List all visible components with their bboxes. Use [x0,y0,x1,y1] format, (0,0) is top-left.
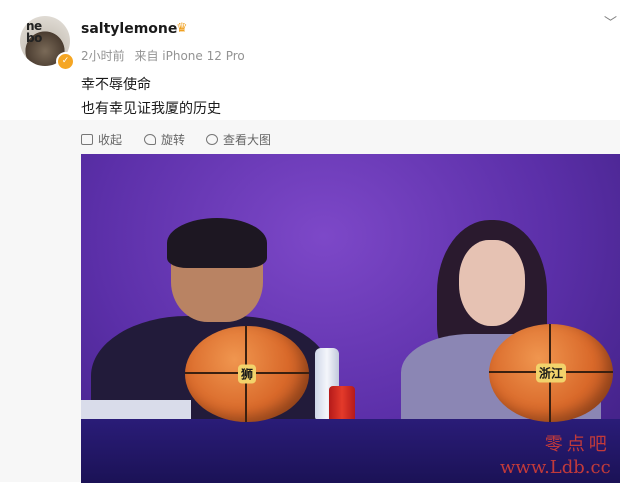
post-text-line-2: 也有幸见证我厦的历史 [81,101,221,117]
post-text-line-1: 幸不辱使命 [81,77,151,93]
avatar-text: ne bo [26,19,42,45]
username[interactable]: saltylemone [81,21,177,37]
ball-left-logo: 狮 [237,364,257,384]
rotate-label: 旋转 [161,133,186,147]
view-large-label: 查看大图 [223,133,272,147]
post-meta: 2小时前 来自 iPhone 12 Pro [81,47,251,64]
basketball-left: 狮 [185,326,309,422]
view-large-button[interactable]: 查看大图 [206,131,271,148]
watermark-line-2: www.Ldb.cc [500,457,611,478]
watermark-line-1: 零点吧 [544,434,611,455]
crown-icon: ♛ [176,21,188,36]
chevron-down-icon[interactable]: ﹀ [604,12,617,31]
collapse-icon [81,134,93,145]
view-large-icon [206,134,218,145]
collapse-label: 收起 [98,133,123,147]
papers [81,400,191,420]
verified-badge-icon: ✓ [56,52,75,71]
collapse-button[interactable]: 收起 [81,131,122,148]
post-time[interactable]: 2小时前 [81,49,125,63]
basketball-right: 浙江 [489,324,613,422]
rotate-button[interactable]: 旋转 [144,131,185,148]
rotate-icon [144,134,156,145]
ball-right-logo: 浙江 [535,363,567,383]
post-source: 来自 iPhone 12 Pro [134,49,245,63]
watermark: 零点吧 www.Ldb.cc [500,433,611,479]
